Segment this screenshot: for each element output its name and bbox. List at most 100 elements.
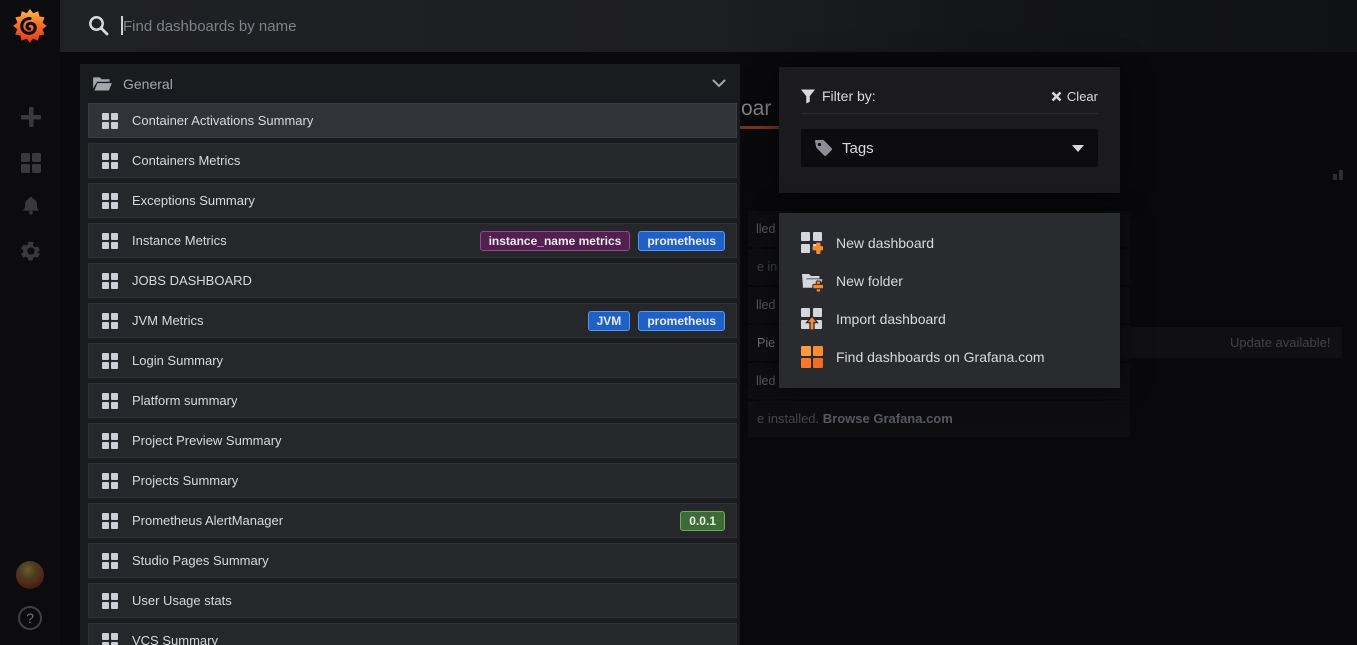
dashboard-title: Instance Metrics xyxy=(132,233,227,248)
background-text-fragment: Pie xyxy=(757,336,775,350)
new-dashboard-icon xyxy=(801,232,823,254)
create-plus-icon[interactable] xyxy=(20,106,42,128)
dashboard-grid-icon xyxy=(102,393,118,409)
tag-purple[interactable]: instance_name metrics xyxy=(480,231,631,251)
background-tab-underline xyxy=(736,126,779,129)
dashboard-title: Container Activations Summary xyxy=(132,113,313,128)
grafana-search-overlay: oar lled e in lled Pie lled e installed.… xyxy=(0,0,1357,645)
browse-grafana-link: Browse Grafana.com xyxy=(823,411,953,426)
dashboard-row[interactable]: Project Preview Summary xyxy=(88,423,737,458)
dashboard-row[interactable]: User Usage stats xyxy=(88,583,737,618)
dashboard-title: Project Preview Summary xyxy=(132,433,282,448)
dashboard-grid-icon xyxy=(102,513,118,529)
dashboard-grid-icon xyxy=(102,353,118,369)
dashboard-list: Container Activations Summary Containers … xyxy=(80,103,740,645)
dashboard-title: Exceptions Summary xyxy=(132,193,255,208)
dashboard-title: Studio Pages Summary xyxy=(132,553,269,568)
dashboard-title: Projects Summary xyxy=(132,473,238,488)
dashboard-tags: instance_name metrics prometheus xyxy=(480,231,725,251)
tags-dropdown-label: Tags xyxy=(842,140,874,157)
menu-item-new-dashboard[interactable]: New dashboard xyxy=(779,224,1120,262)
alerting-bell-icon[interactable] xyxy=(20,195,42,217)
background-partial-icon xyxy=(1333,170,1344,180)
search-input[interactable] xyxy=(123,10,763,42)
grafana-logo-icon[interactable] xyxy=(13,8,47,44)
dashboard-title: VCS Summary xyxy=(132,633,218,645)
filter-by-row: Filter by: Clear xyxy=(801,88,1098,104)
dashboard-grid-icon xyxy=(102,473,118,489)
filter-panel: Filter by: Clear Tags xyxy=(779,67,1120,193)
chevron-down-icon[interactable] xyxy=(712,79,726,88)
menu-item-label: New dashboard xyxy=(836,235,934,251)
search-icon xyxy=(88,15,109,36)
dashboard-row[interactable]: VCS Summary xyxy=(88,623,737,645)
tag-blue[interactable]: prometheus xyxy=(638,231,725,251)
background-text-fragment: lled xyxy=(756,298,775,312)
dashboard-row[interactable]: Projects Summary xyxy=(88,463,737,498)
menu-item-label: Find dashboards on Grafana.com xyxy=(836,349,1045,365)
menu-item-find-dashboards-on-grafana-com[interactable]: Find dashboards on Grafana.com xyxy=(779,338,1120,376)
tags-filter-dropdown[interactable]: Tags xyxy=(801,129,1098,167)
divider xyxy=(801,113,1098,114)
import-dashboard-icon xyxy=(801,308,823,330)
dashboard-title: Platform summary xyxy=(132,393,237,408)
dashboard-row[interactable]: Login Summary xyxy=(88,343,737,378)
dashboard-grid-icon xyxy=(102,193,118,209)
dashboard-row[interactable]: Platform summary xyxy=(88,383,737,418)
folder-header-general[interactable]: General xyxy=(80,64,740,103)
grafana-com-icon xyxy=(801,346,823,368)
dashboard-grid-icon xyxy=(102,273,118,289)
funnel-filter-icon xyxy=(801,89,815,104)
new-folder-icon xyxy=(801,270,823,292)
update-available-text: Update available! xyxy=(1230,335,1330,350)
dashboard-row[interactable]: Containers Metrics xyxy=(88,143,737,178)
tag-green[interactable]: 0.0.1 xyxy=(680,511,725,531)
dashboard-title: JOBS DASHBOARD xyxy=(132,273,252,288)
dashboard-title: Login Summary xyxy=(132,353,223,368)
dashboard-title: JVM Metrics xyxy=(132,313,204,328)
dashboard-row[interactable]: Prometheus AlertManager 0.0.1 xyxy=(88,503,737,538)
clear-filter-button[interactable]: Clear xyxy=(1051,89,1098,104)
dashboard-grid-icon xyxy=(102,113,118,129)
dashboard-row[interactable]: Exceptions Summary xyxy=(88,183,737,218)
tag-blue[interactable]: prometheus xyxy=(638,311,725,331)
dashboard-row[interactable]: JOBS DASHBOARD xyxy=(88,263,737,298)
dashboard-grid-icon xyxy=(102,633,118,645)
dashboard-grid-icon xyxy=(102,153,118,169)
dashboard-title: Prometheus AlertManager xyxy=(132,513,283,528)
background-installed-text: e installed. Browse Grafana.com xyxy=(757,411,953,426)
search-results-panel: General Container Activations SummaryCon… xyxy=(80,64,740,645)
dashboard-row[interactable]: Studio Pages Summary xyxy=(88,543,737,578)
dashboard-row[interactable]: Container Activations Summary xyxy=(88,103,737,138)
configuration-gear-icon[interactable] xyxy=(20,240,42,262)
background-tab-fragment: oar xyxy=(741,97,771,121)
clear-label: Clear xyxy=(1067,89,1098,104)
dashboard-title: User Usage stats xyxy=(132,593,232,608)
dashboard-actions-menu: New dashboard New folder Import dashboard F… xyxy=(779,213,1120,388)
dashboard-grid-icon xyxy=(102,313,118,329)
filter-by-label: Filter by: xyxy=(822,88,876,104)
dashboard-grid-icon xyxy=(102,593,118,609)
dashboard-title: Containers Metrics xyxy=(132,153,240,168)
dashboard-tags: 0.0.1 xyxy=(680,511,725,531)
tag-blue[interactable]: JVM xyxy=(588,311,631,331)
dashboard-row[interactable]: JVM Metrics JVM prometheus xyxy=(88,303,737,338)
dashboard-grid-icon xyxy=(102,553,118,569)
dashboard-row[interactable]: Instance Metrics instance_name metrics pro… xyxy=(88,223,737,258)
menu-item-new-folder[interactable]: New folder xyxy=(779,262,1120,300)
menu-item-import-dashboard[interactable]: Import dashboard xyxy=(779,300,1120,338)
background-text-fragment: lled xyxy=(756,374,775,388)
folder-open-icon xyxy=(93,76,112,91)
caret-down-icon xyxy=(1072,145,1084,152)
help-icon[interactable]: ? xyxy=(18,606,42,630)
tag-icon xyxy=(815,140,832,157)
dashboard-grid-icon xyxy=(102,233,118,249)
search-topbar xyxy=(60,0,1357,52)
folder-label: General xyxy=(123,76,173,92)
background-text-fragment: e in xyxy=(757,260,777,274)
user-avatar[interactable] xyxy=(16,561,44,589)
menu-item-label: New folder xyxy=(836,273,903,289)
dashboards-icon[interactable] xyxy=(20,152,42,174)
installed-fragment: e installed. xyxy=(757,411,823,426)
dashboard-grid-icon xyxy=(102,433,118,449)
